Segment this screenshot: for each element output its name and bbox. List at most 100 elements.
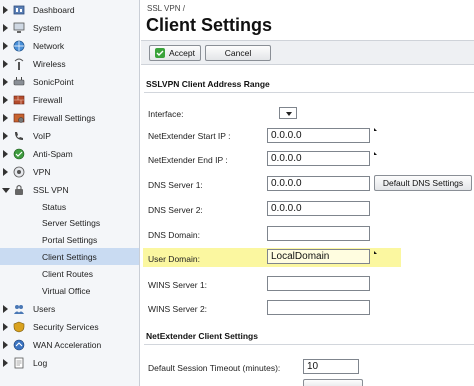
- sidebar-item-log[interactable]: Log: [0, 354, 139, 371]
- session-timeout-input[interactable]: 10: [303, 359, 359, 374]
- page-title: Client Settings: [146, 15, 273, 35]
- anti-spam-icon: [12, 147, 26, 161]
- sidebar-item-vpn[interactable]: VPN: [0, 163, 139, 180]
- sidebar-item-label: Firewall: [33, 94, 63, 105]
- expand-icon[interactable]: [3, 341, 9, 349]
- wireless-icon: [12, 57, 26, 71]
- expand-icon[interactable]: [3, 168, 9, 176]
- sidebar-item-firewall[interactable]: Firewall: [0, 91, 139, 108]
- dns-server-1-label: DNS Server 1:: [148, 180, 203, 190]
- sidebar-item-portal-settings[interactable]: Portal Settings: [0, 231, 139, 248]
- dns-domain-input[interactable]: [267, 226, 370, 241]
- sidebar-item-server-settings[interactable]: Server Settings: [0, 214, 139, 231]
- expand-icon[interactable]: [3, 359, 9, 367]
- wins-server-2-label: WINS Server 2:: [148, 304, 208, 314]
- sidebar-item-users[interactable]: Users: [0, 300, 139, 317]
- sidebar-item-label: Firewall Settings: [33, 112, 96, 123]
- sidebar-item-label: Client Routes: [42, 268, 94, 279]
- wins-server-2-input[interactable]: [267, 300, 370, 315]
- network-icon: [12, 39, 26, 53]
- sidebar-item-label: Users: [33, 303, 56, 314]
- sidebar-item-label: Wireless: [33, 58, 66, 69]
- required-marker: [374, 251, 377, 254]
- sidebar-item-label: Log: [33, 357, 48, 368]
- sidebar-item-security-services[interactable]: Security Services: [0, 318, 139, 335]
- checkmark-icon: [155, 48, 165, 58]
- section-divider: [144, 92, 474, 93]
- expand-icon[interactable]: [3, 96, 9, 104]
- sidebar-item-label: Status: [42, 201, 67, 212]
- vpn-icon: [12, 165, 26, 179]
- sidebar-item-label: SSL VPN: [33, 184, 69, 195]
- client-settings-heading: NetExtender Client Settings: [146, 331, 258, 341]
- sidebar-item-anti-spam[interactable]: Anti-Spam: [0, 145, 139, 162]
- default-dns-settings-label: Default DNS Settings: [382, 178, 464, 188]
- wins-server-1-label: WINS Server 1:: [148, 280, 208, 290]
- section-divider: [144, 344, 474, 345]
- dns-server-2-input[interactable]: 0.0.0.0: [267, 201, 370, 216]
- dns-server-1-input[interactable]: 0.0.0.0: [267, 176, 370, 191]
- expand-icon[interactable]: [3, 150, 9, 158]
- security-services-icon: [12, 320, 26, 334]
- users-icon: [12, 302, 26, 316]
- sidebar-item-network[interactable]: Network: [0, 37, 139, 54]
- sidebar-item-label: Anti-Spam: [33, 148, 73, 159]
- expand-icon[interactable]: [3, 114, 9, 122]
- user-domain-label: User Domain:: [148, 254, 200, 264]
- sidebar-item-virtual-office[interactable]: Virtual Office: [0, 282, 139, 299]
- sidebar-nav: Dashboard System Network Wireless SonicP…: [0, 0, 140, 386]
- expand-icon[interactable]: [3, 78, 9, 86]
- system-icon: [12, 21, 26, 35]
- sidebar-item-dashboard[interactable]: Dashboard: [0, 1, 139, 18]
- sidebar-item-label: Portal Settings: [42, 234, 98, 245]
- expand-icon[interactable]: [3, 6, 9, 14]
- sidebar-item-label: Server Settings: [42, 217, 101, 228]
- sidebar-item-label: Client Settings: [42, 251, 97, 262]
- user-domain-input[interactable]: LocalDomain: [267, 249, 370, 264]
- start-ip-input[interactable]: 0.0.0.0: [267, 128, 370, 143]
- expand-icon[interactable]: [3, 132, 9, 140]
- collapse-icon[interactable]: [2, 186, 10, 194]
- sidebar-item-voip[interactable]: VoIP: [0, 127, 139, 144]
- interface-select[interactable]: [279, 107, 297, 119]
- sidebar-item-client-settings[interactable]: Client Settings: [0, 248, 139, 265]
- sidebar-item-status[interactable]: Status: [0, 198, 139, 215]
- sidebar-item-label: Security Services: [33, 321, 99, 332]
- expand-icon[interactable]: [3, 305, 9, 313]
- cancel-button-label: Cancel: [224, 48, 252, 58]
- partial-button[interactable]: [303, 379, 363, 386]
- accept-button-label: Accept: [169, 48, 195, 58]
- sidebar-item-label: Network: [33, 40, 65, 51]
- dns-server-2-label: DNS Server 2:: [148, 205, 203, 215]
- start-ip-label: NetExtender Start IP :: [148, 131, 231, 141]
- wan-acceleration-icon: [12, 338, 26, 352]
- wins-server-1-input[interactable]: [267, 276, 370, 291]
- end-ip-label: NetExtender End IP :: [148, 155, 228, 165]
- sidebar-item-system[interactable]: System: [0, 19, 139, 36]
- sidebar-item-label: WAN Acceleration: [33, 339, 102, 350]
- default-dns-settings-button[interactable]: Default DNS Settings: [374, 175, 472, 191]
- sidebar-item-wireless[interactable]: Wireless: [0, 55, 139, 72]
- expand-icon[interactable]: [3, 323, 9, 331]
- sidebar-item-label: Virtual Office: [42, 285, 91, 296]
- sidebar-item-client-routes[interactable]: Client Routes: [0, 265, 139, 282]
- session-timeout-label: Default Session Timeout (minutes):: [148, 363, 281, 373]
- expand-icon[interactable]: [3, 60, 9, 68]
- sidebar-item-label: VoIP: [33, 130, 51, 141]
- dns-domain-label: DNS Domain:: [148, 230, 200, 240]
- sidebar-item-wan-acceleration[interactable]: WAN Acceleration: [0, 336, 139, 353]
- cancel-button[interactable]: Cancel: [205, 45, 271, 61]
- accept-button[interactable]: Accept: [149, 45, 201, 61]
- expand-icon[interactable]: [3, 24, 9, 32]
- sidebar-item-label: SonicPoint: [33, 76, 74, 87]
- voip-icon: [12, 129, 26, 143]
- sidebar-item-sonicpoint[interactable]: SonicPoint: [0, 73, 139, 90]
- expand-icon[interactable]: [3, 42, 9, 50]
- sidebar-item-firewall-settings[interactable]: Firewall Settings: [0, 109, 139, 126]
- sidebar-item-ssl-vpn[interactable]: SSL VPN: [0, 181, 139, 198]
- firewall-settings-icon: [12, 111, 26, 125]
- dashboard-icon: [12, 3, 26, 17]
- log-icon: [12, 356, 26, 370]
- end-ip-input[interactable]: 0.0.0.0: [267, 151, 370, 166]
- ssl-vpn-icon: [12, 183, 26, 197]
